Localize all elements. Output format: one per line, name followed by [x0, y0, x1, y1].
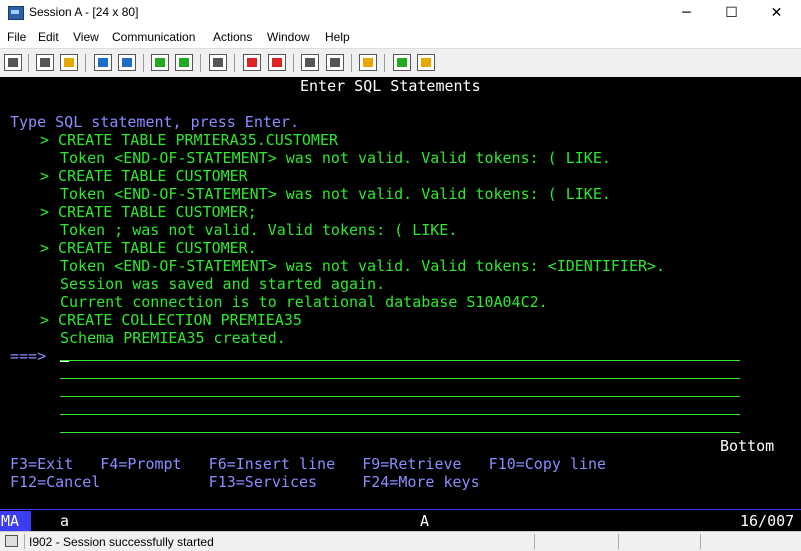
bottom-indicator: Bottom — [720, 437, 775, 455]
menu-file[interactable]: File — [7, 30, 26, 44]
ma-indicator: MA — [0, 511, 31, 531]
terminal-screen[interactable]: Enter SQL Statements Type SQL statement,… — [0, 77, 801, 509]
history-line[interactable]: > CREATE TABLE CUSTOMER. — [40, 239, 257, 257]
history-line[interactable]: > CREATE TABLE PRMIERA35.CUSTOMER — [40, 131, 338, 149]
sql-input-line-3[interactable] — [60, 396, 740, 397]
maximize-button[interactable]: ☐ — [709, 0, 754, 26]
session-app-icon[interactable] — [8, 6, 24, 20]
globe-icon[interactable] — [393, 54, 411, 71]
connection-icon — [5, 535, 18, 547]
play-macro-icon[interactable] — [301, 54, 319, 71]
screen-header: Enter SQL Statements — [300, 77, 481, 95]
support-icon[interactable] — [417, 54, 435, 71]
history-line: Token ; was not valid. Valid tokens: ( L… — [60, 221, 458, 239]
session-indicator: a — [60, 512, 70, 530]
history-line: Token <END-OF-STATEMENT> was not valid. … — [60, 149, 611, 167]
history-line[interactable]: > CREATE TABLE CUSTOMER; — [40, 203, 257, 221]
history-line: Session was saved and started again. — [60, 275, 386, 293]
menu-window[interactable]: Window — [267, 30, 310, 44]
keypad-icon[interactable] — [175, 54, 193, 71]
quick-macro-icon[interactable] — [326, 54, 344, 71]
toolbar — [0, 48, 801, 78]
operator-info-area: MA a A 16/007 — [0, 509, 801, 532]
menu-edit[interactable]: Edit — [38, 30, 59, 44]
screen-instruction: Type SQL statement, press Enter. — [10, 113, 299, 131]
status-message: I902 - Session successfully started — [29, 535, 214, 549]
function-keys-row-2[interactable]: F12=Cancel F13=Services F24=More keys — [10, 473, 480, 491]
window-title: Session A - [24 x 80] — [29, 5, 139, 19]
input-mode-indicator: A — [420, 512, 430, 530]
history-line: Current connection is to relational data… — [60, 293, 548, 311]
receive-icon[interactable] — [118, 54, 136, 71]
sql-input-line-4[interactable] — [60, 414, 740, 415]
record-macro-icon[interactable] — [243, 54, 261, 71]
history-line: Schema PREMIEA35 created. — [60, 329, 286, 347]
function-keys-row-1[interactable]: F3=Exit F4=Prompt F6=Insert line F9=Retr… — [10, 455, 606, 473]
menu-bar: File Edit View Communication Actions Win… — [0, 27, 801, 47]
sql-input-line-2[interactable] — [60, 378, 740, 379]
history-line: Token <END-OF-STATEMENT> was not valid. … — [60, 185, 611, 203]
sql-input-line-1[interactable] — [60, 360, 740, 361]
cursor-position: 16/007 — [740, 512, 795, 530]
minimize-button[interactable]: ─ — [664, 0, 709, 26]
input-arrow: ===> — [10, 347, 47, 365]
menu-actions[interactable]: Actions — [213, 30, 252, 44]
menu-communication[interactable]: Communication — [112, 30, 195, 44]
print-screen-icon[interactable] — [4, 54, 22, 71]
history-line[interactable]: > CREATE COLLECTION PREMIEA35 — [40, 311, 302, 329]
menu-help[interactable]: Help — [325, 30, 350, 44]
paste-icon[interactable] — [60, 54, 78, 71]
display-icon[interactable] — [151, 54, 169, 71]
history-line[interactable]: > CREATE TABLE CUSTOMER — [40, 167, 248, 185]
stop-macro-icon[interactable] — [268, 54, 286, 71]
clipboard-icon[interactable] — [359, 54, 377, 71]
macro-icon[interactable] — [209, 54, 227, 71]
title-bar: Session A - [24 x 80] ─ ☐ ✕ — [0, 0, 801, 26]
close-button[interactable]: ✕ — [754, 0, 799, 26]
menu-view[interactable]: View — [73, 30, 99, 44]
send-icon[interactable] — [94, 54, 112, 71]
sql-input-line-5[interactable] — [60, 432, 740, 433]
history-line: Token <END-OF-STATEMENT> was not valid. … — [60, 257, 666, 275]
status-bar: I902 - Session successfully started — [0, 531, 801, 551]
copy-icon[interactable] — [36, 54, 54, 71]
